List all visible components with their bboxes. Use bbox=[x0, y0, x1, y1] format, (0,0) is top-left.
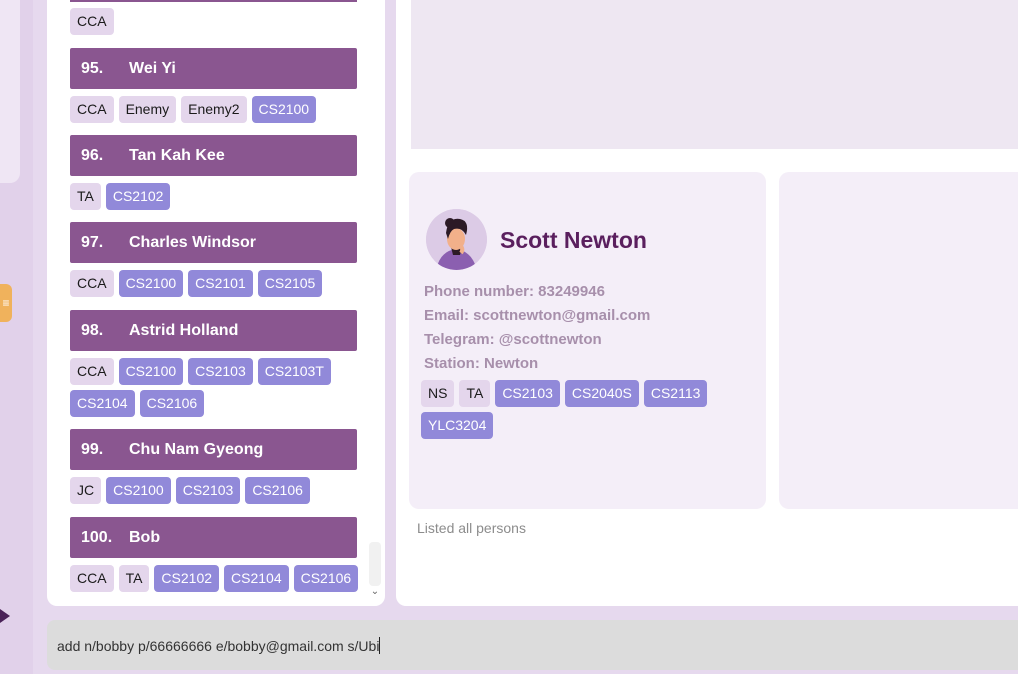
secondary-card bbox=[779, 172, 1018, 509]
person-card-header[interactable]: 100. Bob bbox=[70, 517, 357, 558]
course-tag: CS2106 bbox=[139, 390, 205, 417]
role-tag: Enemy2 bbox=[181, 96, 247, 123]
person-index: 95. bbox=[81, 59, 104, 77]
scroll-down-icon[interactable]: ⌄ bbox=[369, 586, 381, 598]
course-tag: CS2106 bbox=[293, 565, 359, 592]
person-index: 96. bbox=[81, 146, 104, 164]
sidebar-toggle-button[interactable]: ≡ bbox=[0, 284, 12, 322]
text-caret bbox=[379, 637, 381, 654]
person-card-header[interactable]: 99. Chu Nam Gyeong bbox=[70, 429, 357, 470]
role-tag: Enemy bbox=[118, 96, 177, 123]
course-tag: CS2100 bbox=[106, 477, 171, 504]
course-tag: CS2103 bbox=[175, 477, 241, 504]
person-name: Wei Yi bbox=[129, 59, 176, 77]
detail-tag-list: NS TA CS2103 CS2040S CS2113 YLC3204 bbox=[421, 380, 741, 439]
role-tag: CCA bbox=[70, 270, 114, 297]
course-tag: CS2105 bbox=[257, 270, 323, 297]
role-tag: NS bbox=[421, 380, 455, 407]
person-tag-list: CCA CS2100 CS2101 CS2105 bbox=[70, 270, 360, 297]
course-tag: CS2113 bbox=[643, 380, 708, 407]
list-scrollbar[interactable] bbox=[369, 542, 381, 586]
person-index: 100. bbox=[81, 528, 113, 546]
station: Station: Newton bbox=[424, 355, 539, 372]
course-tag: CS2040S bbox=[564, 380, 639, 407]
course-tag: CS2104 bbox=[224, 565, 289, 592]
person-tag-list: CCA CS2100 CS2103 CS2103T CS2104 CS2106 bbox=[70, 358, 360, 417]
play-arrow-icon bbox=[0, 609, 10, 623]
person-name: Charles Windsor bbox=[129, 233, 256, 251]
course-tag: CS2101 bbox=[188, 270, 253, 297]
person-name: Bob bbox=[129, 528, 161, 546]
previous-person-header bbox=[70, 0, 357, 2]
previous-person-tags: CCA bbox=[70, 8, 360, 35]
result-message: Listed all persons bbox=[417, 520, 526, 536]
command-text: add n/bobby p/66666666 e/bobby@gmail.com… bbox=[57, 638, 380, 654]
person-name: Astrid Holland bbox=[129, 321, 239, 339]
person-index: 98. bbox=[81, 321, 104, 339]
role-tag: JC bbox=[70, 477, 102, 504]
command-input[interactable]: add n/bobby p/66666666 e/bobby@gmail.com… bbox=[57, 637, 381, 654]
person-list-panel: CCA 95. Wei Yi CCA Enemy Enemy2 CS2100 96. Tan … bbox=[47, 0, 385, 606]
person-detail-card: Scott Newton Phone number: 83249946 Emai… bbox=[409, 172, 766, 509]
course-tag: CS2103T bbox=[257, 358, 331, 385]
person-name: Scott Newton bbox=[500, 227, 647, 253]
avatar bbox=[426, 209, 487, 270]
person-name: Chu Nam Gyeong bbox=[129, 440, 264, 458]
course-tag: CS2103 bbox=[188, 358, 253, 385]
role-tag: CCA bbox=[70, 358, 114, 385]
person-name: Tan Kah Kee bbox=[129, 146, 225, 164]
person-list[interactable]: CCA 95. Wei Yi CCA Enemy Enemy2 CS2100 96. Tan … bbox=[47, 0, 385, 598]
role-tag: CCA bbox=[70, 565, 114, 592]
person-card-header[interactable]: 97. Charles Windsor bbox=[70, 222, 357, 263]
role-tag: CCA bbox=[70, 8, 114, 35]
role-tag: CCA bbox=[70, 96, 114, 123]
phone-number: Phone number: 83249946 bbox=[424, 283, 605, 300]
person-tag-list: CCA TA CS2102 CS2104 CS2106 bbox=[70, 565, 360, 592]
course-tag: CS2100 bbox=[118, 270, 184, 297]
person-tag-list: CCA Enemy Enemy2 CS2100 bbox=[70, 96, 360, 123]
menu-icon: ≡ bbox=[2, 296, 10, 310]
command-box[interactable]: add n/bobby p/66666666 e/bobby@gmail.com… bbox=[47, 620, 1018, 670]
person-card-header[interactable]: 98. Astrid Holland bbox=[70, 310, 357, 351]
role-tag: TA bbox=[459, 380, 491, 407]
person-index: 99. bbox=[81, 440, 104, 458]
person-card-header[interactable]: 96. Tan Kah Kee bbox=[70, 135, 357, 176]
person-tag-list: JC CS2100 CS2103 CS2106 bbox=[70, 477, 360, 504]
email-address: Email: scottnewton@gmail.com bbox=[424, 307, 651, 324]
course-tag: CS2106 bbox=[245, 477, 310, 504]
role-tag: TA bbox=[118, 565, 150, 592]
course-tag: CS2104 bbox=[70, 390, 135, 417]
course-tag: CS2102 bbox=[154, 565, 220, 592]
course-tag: CS2102 bbox=[105, 183, 171, 210]
person-tag-list: TA CS2102 bbox=[70, 183, 360, 210]
person-card-header[interactable]: 95. Wei Yi bbox=[70, 48, 357, 89]
role-tag: TA bbox=[70, 183, 101, 210]
expand-arrow-button[interactable] bbox=[0, 606, 12, 626]
left-panel-edge bbox=[0, 0, 20, 183]
map-view[interactable] bbox=[411, 0, 1018, 149]
person-index: 97. bbox=[81, 233, 104, 251]
course-tag: YLC3204 bbox=[421, 412, 494, 439]
course-tag: CS2103 bbox=[495, 380, 560, 407]
telegram-handle: Telegram: @scottnewton bbox=[424, 331, 602, 348]
main-display-panel: Scott Newton Phone number: 83249946 Emai… bbox=[396, 0, 1018, 606]
course-tag: CS2100 bbox=[118, 358, 184, 385]
course-tag: CS2100 bbox=[251, 96, 317, 123]
